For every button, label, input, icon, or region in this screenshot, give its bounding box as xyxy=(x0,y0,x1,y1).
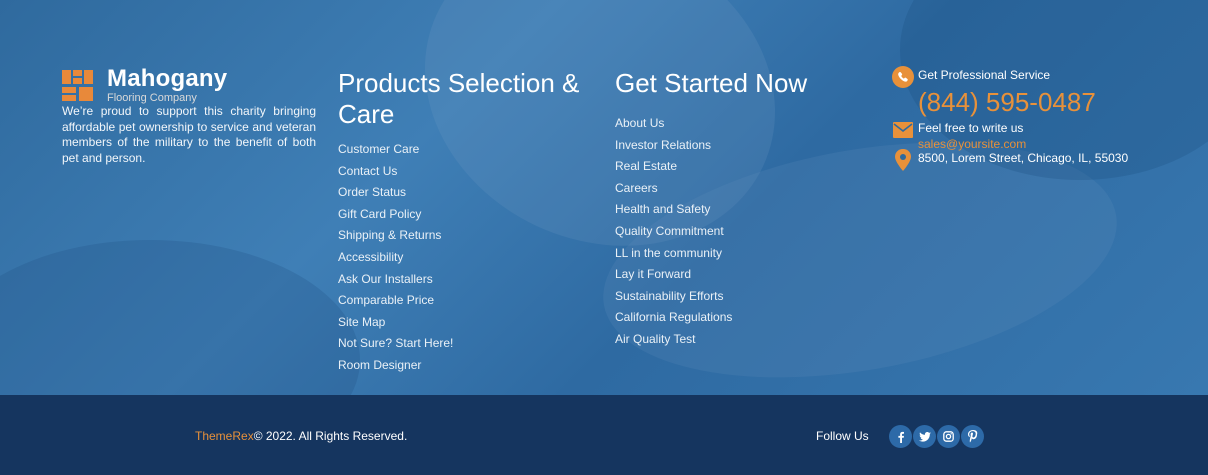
footer-link[interactable]: Gift Card Policy xyxy=(338,204,598,226)
footer-link[interactable]: Accessibility xyxy=(338,247,598,269)
products-column: Products Selection & Care Customer Care … xyxy=(338,68,598,377)
follow-us-label: Follow Us xyxy=(816,429,869,443)
footer-link[interactable]: Ask Our Installers xyxy=(338,269,598,291)
copyright: ThemeRex© 2022. All Rights Reserved. xyxy=(195,428,407,444)
footer-link[interactable]: Sustainability Efforts xyxy=(615,286,865,308)
footer-link[interactable]: California Regulations xyxy=(615,307,865,329)
background-photo-shape xyxy=(0,240,360,395)
copyright-text: © 2022. All Rights Reserved. xyxy=(253,429,408,443)
get-started-links: About Us Investor Relations Real Estate … xyxy=(615,113,865,351)
address-text: 8500, Lorem Street, Chicago, IL, 55030 xyxy=(918,151,1129,165)
products-heading: Products Selection & Care xyxy=(338,68,580,129)
logo-mark-icon xyxy=(62,69,93,101)
footer-link[interactable]: Investor Relations xyxy=(615,135,865,157)
about-column: Mahogany Flooring Company We’re proud to… xyxy=(62,64,316,166)
logo[interactable]: Mahogany Flooring Company xyxy=(62,64,316,104)
footer-link[interactable]: Site Map xyxy=(338,312,598,334)
footer-link[interactable]: Comparable Price xyxy=(338,290,598,312)
service-label: Get Professional Service xyxy=(918,68,1051,82)
logo-name: Mahogany xyxy=(107,64,228,92)
footer-bottom: ThemeRex© 2022. All Rights Reserved. Fol… xyxy=(0,395,1208,475)
pinterest-icon[interactable] xyxy=(961,425,984,448)
footer-link[interactable]: Customer Care xyxy=(338,139,598,161)
instagram-icon[interactable] xyxy=(937,425,960,448)
footer-link[interactable]: Quality Commitment xyxy=(615,221,865,243)
get-started-heading: Get Started Now xyxy=(615,68,808,98)
footer-link[interactable]: Air Quality Test xyxy=(615,329,865,351)
mail-icon xyxy=(892,119,914,141)
footer-link[interactable]: Careers xyxy=(615,178,865,200)
footer-link[interactable]: Health and Safety xyxy=(615,199,865,221)
footer-link[interactable]: Not Sure? Start Here! xyxy=(338,333,598,355)
facebook-icon[interactable] xyxy=(889,425,912,448)
themerex-link[interactable]: ThemeRex xyxy=(195,429,254,443)
footer-link[interactable]: Room Designer xyxy=(338,355,598,377)
get-started-column: Get Started Now About Us Investor Relati… xyxy=(615,68,865,351)
phone-icon xyxy=(892,66,914,88)
contact-column: Get Professional Service (844) 595-0487 … xyxy=(892,66,1192,171)
products-links: Customer Care Contact Us Order Status Gi… xyxy=(338,139,598,377)
footer-link[interactable]: Shipping & Returns xyxy=(338,225,598,247)
footer-link[interactable]: Lay it Forward xyxy=(615,264,865,286)
write-label: Feel free to write us xyxy=(918,121,1024,135)
phone-number[interactable]: (844) 595-0487 xyxy=(918,88,1192,116)
location-pin-icon xyxy=(892,149,914,171)
footer-link[interactable]: Real Estate xyxy=(615,156,865,178)
footer-link[interactable]: LL in the community xyxy=(615,243,865,265)
footer-link[interactable]: Contact Us xyxy=(338,161,598,183)
social-links xyxy=(889,425,984,448)
footer-link[interactable]: Order Status xyxy=(338,182,598,204)
logo-tagline: Flooring Company xyxy=(107,91,197,104)
twitter-icon[interactable] xyxy=(913,425,936,448)
about-text: We’re proud to support this charity brin… xyxy=(62,104,316,165)
footer-top: Mahogany Flooring Company We’re proud to… xyxy=(0,0,1208,395)
footer-link[interactable]: About Us xyxy=(615,113,865,135)
